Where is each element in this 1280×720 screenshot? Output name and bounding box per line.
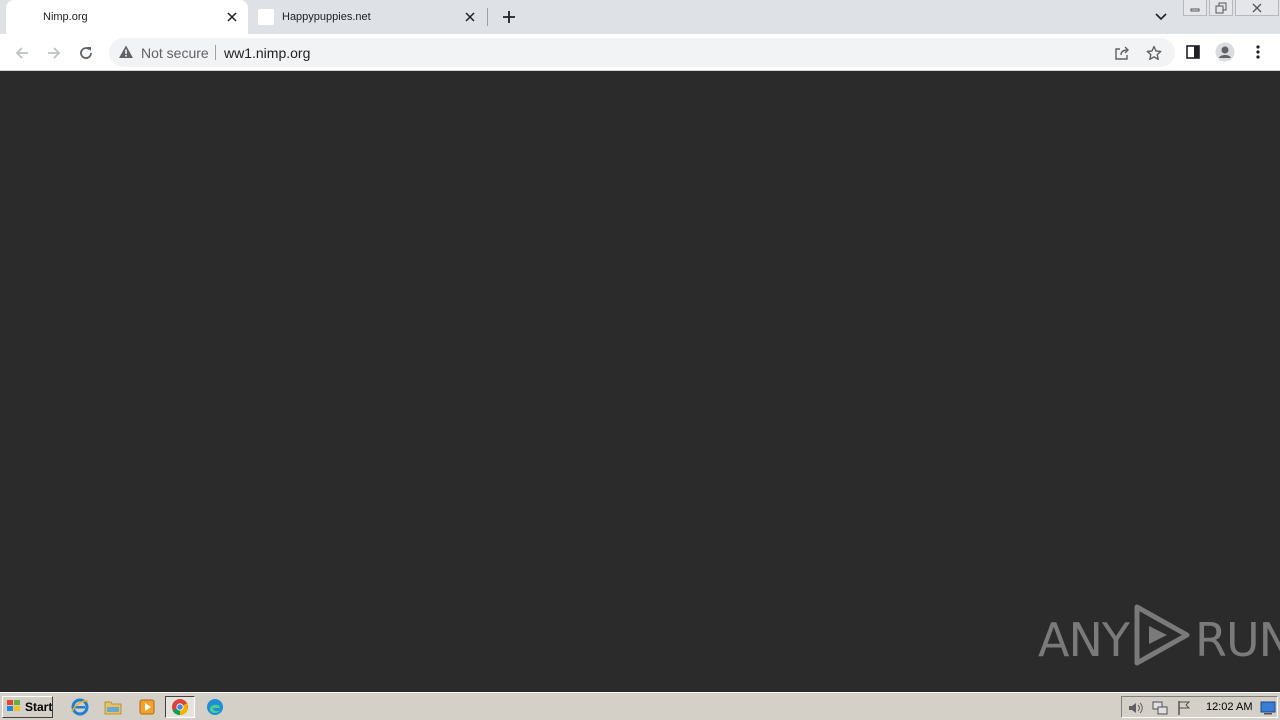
- menu-icon[interactable]: [1248, 42, 1268, 62]
- tab-title: Happypuppies.net: [282, 11, 371, 23]
- system-tray: 12:02 AM: [1121, 696, 1278, 718]
- url-text[interactable]: ww1.nimp.org: [224, 45, 310, 61]
- forward-arrow-icon: [48, 47, 61, 59]
- internet-explorer-icon[interactable]: [69, 697, 91, 717]
- windows-logo-icon: [6, 699, 22, 716]
- omnibox-divider: [215, 45, 216, 60]
- clock[interactable]: 12:02 AM: [1206, 701, 1252, 713]
- security-status[interactable]: Not secure: [141, 45, 209, 61]
- minimize-icon: [1190, 8, 1200, 11]
- play-logo-icon: [1133, 604, 1191, 677]
- anyrun-watermark: ANY RUN: [1038, 604, 1280, 672]
- reload-button[interactable]: [74, 41, 98, 65]
- tab-happypuppies[interactable]: Happypuppies.net: [250, 0, 486, 34]
- edge-icon[interactable]: [204, 697, 226, 717]
- watermark-text-right: RUN: [1194, 613, 1280, 667]
- show-desktop-icon[interactable]: [1260, 700, 1276, 716]
- warning-icon[interactable]: [118, 44, 134, 60]
- chevron-down-icon: [1155, 13, 1167, 21]
- new-tab-button[interactable]: [499, 7, 519, 27]
- tab-nimp[interactable]: Nimp.org: [6, 0, 248, 34]
- close-icon: [1252, 3, 1262, 12]
- plus-icon: [503, 11, 515, 23]
- forward-button[interactable]: [42, 41, 66, 65]
- profile-icon[interactable]: [1215, 42, 1235, 62]
- screen: Nimp.org Happypuppies.net Not secure ww1…: [0, 0, 1280, 720]
- media-player-icon[interactable]: [136, 697, 158, 717]
- restore-button[interactable]: [1209, 0, 1233, 16]
- restore-icon: [1215, 2, 1227, 13]
- minimize-button[interactable]: [1183, 0, 1207, 16]
- side-panel-icon[interactable]: [1183, 42, 1203, 62]
- tab-divider: [487, 8, 488, 26]
- back-arrow-icon: [15, 47, 28, 59]
- close-tab-icon[interactable]: [224, 9, 240, 25]
- volume-icon[interactable]: [1128, 700, 1144, 716]
- tab-search-button[interactable]: [1152, 8, 1170, 26]
- chrome-icon[interactable]: [165, 696, 195, 718]
- blank-favicon-icon: [258, 9, 274, 25]
- page-content: [0, 72, 1280, 692]
- tab-strip: Nimp.org Happypuppies.net: [0, 0, 1280, 34]
- share-icon[interactable]: [1113, 44, 1131, 62]
- start-button[interactable]: Start: [2, 696, 53, 718]
- watermark-text-left: ANY: [1038, 613, 1130, 667]
- close-tab-icon[interactable]: [462, 9, 478, 25]
- action-center-flag-icon[interactable]: [1176, 700, 1192, 716]
- start-label: Start: [25, 700, 53, 714]
- reload-icon: [80, 47, 92, 59]
- taskbar: Start 12:02 AM: [0, 692, 1280, 720]
- address-bar[interactable]: Not secure ww1.nimp.org: [109, 38, 1175, 67]
- tab-title: Nimp.org: [43, 11, 88, 23]
- file-explorer-icon[interactable]: [102, 697, 124, 717]
- window-controls: [1183, 0, 1280, 18]
- back-button[interactable]: [10, 41, 34, 65]
- network-icon[interactable]: [1152, 700, 1168, 716]
- close-window-button[interactable]: [1235, 0, 1279, 16]
- bookmark-star-icon[interactable]: [1145, 44, 1163, 62]
- browser-toolbar: Not secure ww1.nimp.org: [0, 34, 1280, 71]
